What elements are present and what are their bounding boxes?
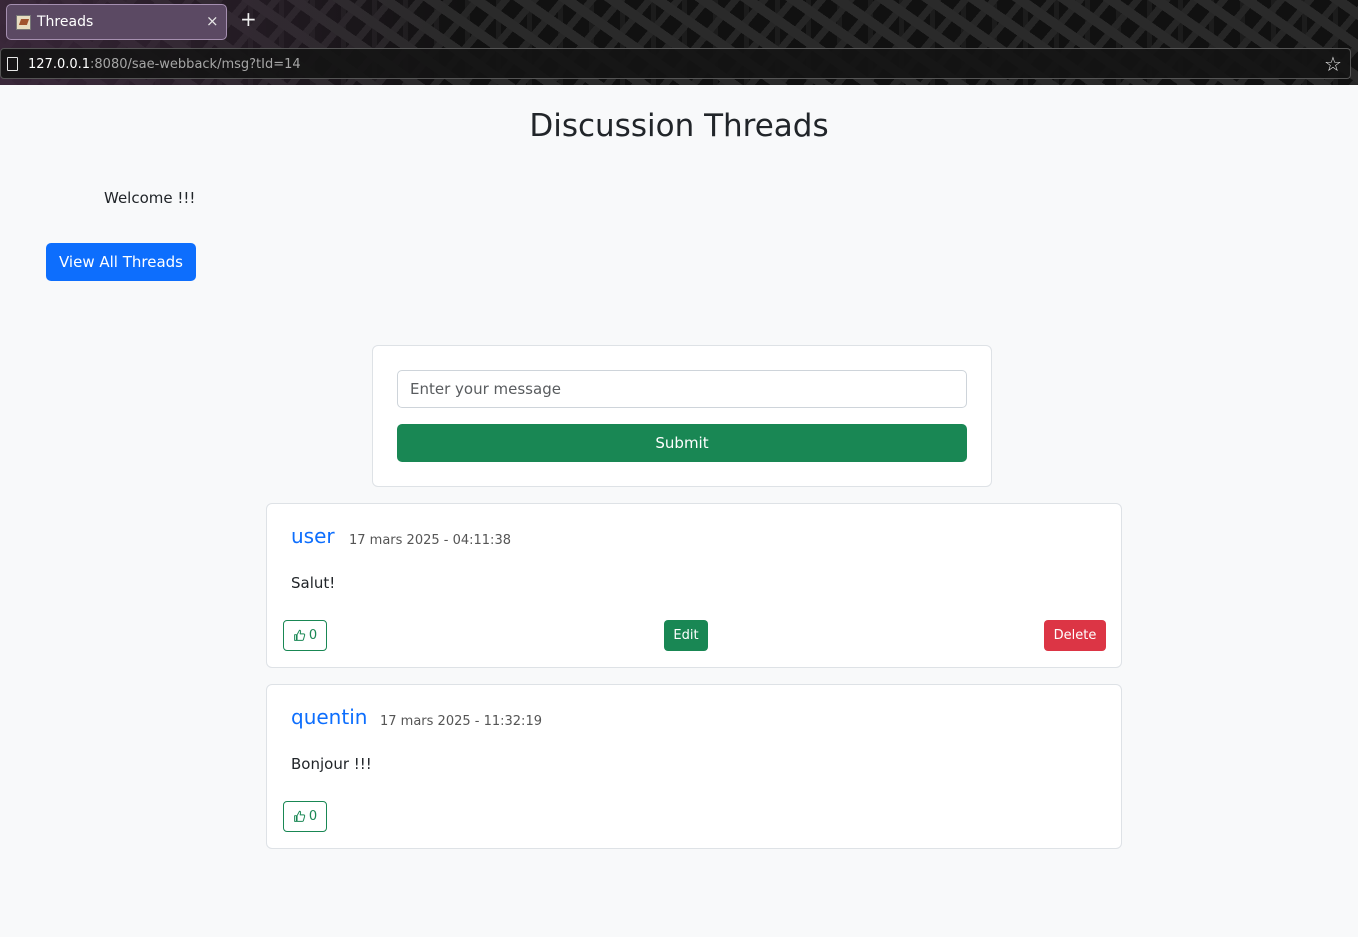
address-bar[interactable]: 127.0.0.1:8080/sae-webback/msg?tId=14 ☆	[0, 48, 1351, 79]
favicon-icon	[16, 15, 31, 30]
message-card: quentin 17 mars 2025 - 11:32:19 Bonjour …	[266, 684, 1122, 849]
message-card: user 17 mars 2025 - 04:11:38 Salut! 0 Ed…	[266, 503, 1122, 668]
welcome-text: Welcome !!!	[104, 189, 196, 207]
url-host: 127.0.0.1	[28, 57, 91, 72]
like-count: 0	[308, 628, 318, 643]
edit-button[interactable]: Edit	[664, 620, 708, 651]
message-timestamp: 17 mars 2025 - 04:11:38	[349, 533, 511, 548]
browser-tab[interactable]: Threads ×	[6, 4, 227, 40]
message-form: Submit	[372, 345, 992, 487]
url-path: :8080/sae-webback/msg?tId=14	[90, 57, 301, 72]
thumbs-up-icon	[293, 810, 306, 823]
view-all-threads-button[interactable]: View All Threads	[46, 243, 196, 281]
message-author[interactable]: quentin	[291, 705, 367, 729]
message-text: Salut!	[291, 574, 336, 592]
delete-button[interactable]: Delete	[1044, 620, 1106, 651]
tab-title: Threads	[37, 14, 94, 30]
submit-button[interactable]: Submit	[397, 424, 967, 462]
page-title: Discussion Threads	[529, 108, 829, 144]
url-text: 127.0.0.1:8080/sae-webback/msg?tId=14	[28, 57, 301, 72]
like-button[interactable]: 0	[283, 620, 327, 651]
message-timestamp: 17 mars 2025 - 11:32:19	[380, 714, 542, 729]
tab-close-icon[interactable]: ×	[206, 12, 219, 30]
message-input[interactable]	[397, 370, 967, 408]
message-text: Bonjour !!!	[291, 755, 372, 773]
new-tab-icon[interactable]: +	[240, 9, 257, 29]
page-icon	[7, 57, 18, 71]
like-count: 0	[308, 809, 318, 824]
star-icon[interactable]: ☆	[1324, 52, 1342, 76]
message-author[interactable]: user	[291, 524, 335, 548]
browser-chrome: Threads × + 127.0.0.1:8080/sae-webback/m…	[0, 0, 1358, 85]
like-button[interactable]: 0	[283, 801, 327, 832]
thumbs-up-icon	[293, 629, 306, 642]
